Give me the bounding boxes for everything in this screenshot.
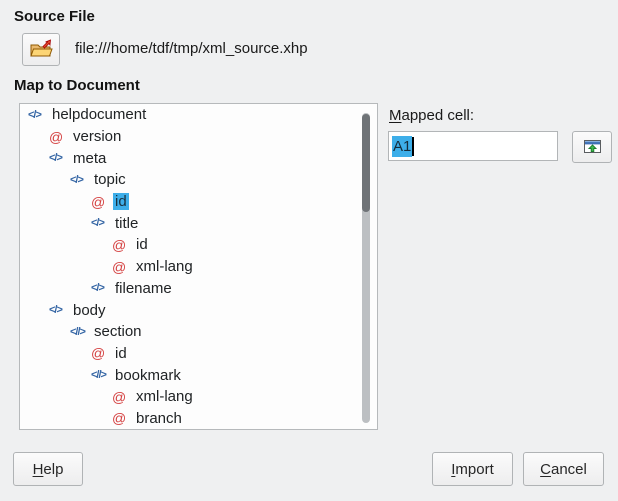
mapped-cell-value: A1 (392, 136, 412, 157)
tree-item-label: branch (134, 410, 184, 427)
tree-item-label: id (113, 193, 129, 210)
map-to-document-heading: Map to Document (14, 77, 140, 94)
tree-item-label: meta (71, 150, 108, 167)
tree-item-label: id (113, 345, 129, 362)
tree-item-title[interactable]: </> title (20, 212, 377, 234)
xml-tree[interactable]: </>helpdocument@version</>meta</>topic@i… (19, 103, 378, 430)
browse-file-button[interactable] (22, 33, 60, 66)
attribute-icon: @ (91, 345, 109, 361)
shrink-button[interactable] (572, 131, 612, 163)
tree-item-body[interactable]: </> body (20, 299, 377, 321)
text-caret (412, 137, 414, 156)
tree-item-branch[interactable]: @branch (20, 408, 377, 430)
mapped-cell-label: Mapped cell: (389, 107, 474, 124)
scrollbar-thumb[interactable] (362, 114, 370, 212)
tree-item-label: helpdocument (50, 106, 148, 123)
shrink-to-cell-icon (582, 138, 603, 156)
tree-item-id[interactable]: @id (20, 234, 377, 256)
element-icon: </> (91, 282, 109, 294)
attribute-icon: @ (91, 194, 109, 210)
element-icon: </> (70, 174, 88, 186)
attribute-icon: @ (112, 237, 130, 253)
tree-item-label: title (113, 215, 140, 232)
attribute-icon: @ (49, 129, 67, 145)
element-icon: </> (49, 152, 67, 164)
cancel-button[interactable]: Cancel (523, 452, 604, 486)
tree-item-label: id (134, 236, 150, 253)
tree-item-section[interactable]: <//> section (20, 321, 377, 343)
tree-item-label: bookmark (113, 367, 183, 384)
xml-source-dialog: Source File file:///home/tdf/tmp/xml_sou… (0, 0, 618, 501)
tree-item-label: version (71, 128, 123, 145)
element-icon: </> (91, 217, 109, 229)
element-icon: </> (28, 109, 46, 121)
recurring-element-icon: <//> (70, 326, 88, 338)
tree-item-xml-lang[interactable]: @xml-lang (20, 256, 377, 278)
cancel-button-mnemonic: C (540, 461, 551, 478)
tree-item-id[interactable]: @id (20, 191, 377, 213)
mapped-cell-label-mnemonic: M (389, 107, 402, 124)
tree-item-helpdocument[interactable]: </> helpdocument (20, 104, 377, 126)
recurring-element-icon: <//> (91, 369, 109, 381)
mapped-cell-input[interactable]: A1 (388, 131, 558, 161)
tree-item-bookmark[interactable]: <//> bookmark (20, 364, 377, 386)
tree-item-label: body (71, 302, 108, 319)
tree-item-topic[interactable]: </> topic (20, 169, 377, 191)
tree-item-label: xml-lang (134, 258, 195, 275)
tree-item-label: xml-lang (134, 388, 195, 405)
open-folder-icon (29, 39, 54, 60)
tree-item-version[interactable]: @version (20, 126, 377, 148)
help-button[interactable]: Help (13, 452, 83, 486)
attribute-icon: @ (112, 410, 130, 426)
tree-item-id[interactable]: @id (20, 343, 377, 365)
tree-item-meta[interactable]: </> meta (20, 147, 377, 169)
import-button-label: mport (455, 461, 493, 478)
mapped-cell-label-rest: apped cell: (402, 107, 475, 124)
tree-item-label: section (92, 323, 144, 340)
attribute-icon: @ (112, 259, 130, 275)
tree-item-label: filename (113, 280, 174, 297)
import-button[interactable]: Import (432, 452, 513, 486)
tree-item-xml-lang[interactable]: @xml-lang (20, 386, 377, 408)
source-file-path: file:///home/tdf/tmp/xml_source.xhp (75, 40, 308, 57)
attribute-icon: @ (112, 389, 130, 405)
element-icon: </> (49, 304, 67, 316)
tree-item-label: topic (92, 171, 128, 188)
tree-item-filename[interactable]: </> filename (20, 278, 377, 300)
help-button-mnemonic: H (33, 461, 44, 478)
source-file-heading: Source File (14, 8, 95, 25)
cancel-button-label: ancel (551, 461, 587, 478)
help-button-label: elp (43, 461, 63, 478)
